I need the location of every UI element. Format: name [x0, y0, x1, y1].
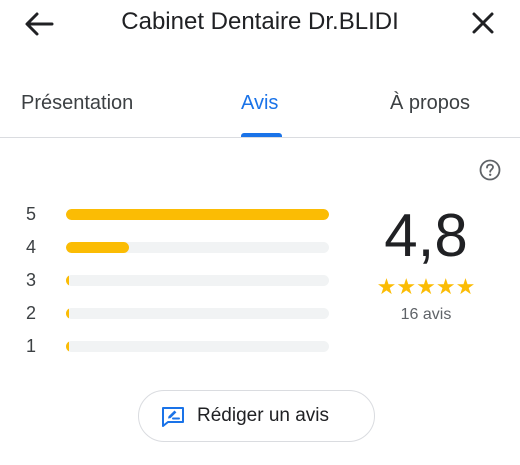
star-icon: ★ — [416, 274, 436, 299]
tab-indicator — [241, 133, 282, 137]
tab-avis[interactable]: Avis — [241, 92, 278, 115]
rating-row-3: 3 — [26, 266, 336, 296]
rating-row-5: 5 — [26, 200, 336, 230]
rate-review-icon — [162, 407, 184, 427]
tab-presentation[interactable]: Présentation — [21, 92, 133, 115]
average-rating: 4,8 — [384, 202, 468, 269]
rating-row-4: 4 — [26, 233, 336, 263]
header-bar: Cabinet Dentaire Dr.BLIDI — [0, 0, 520, 48]
rating-row-2: 2 — [26, 299, 336, 329]
rating-bar-track — [66, 341, 329, 352]
help-button[interactable] — [479, 159, 501, 181]
help-icon — [479, 159, 501, 181]
back-button[interactable] — [22, 9, 56, 39]
star-icon: ★ — [376, 274, 397, 299]
rating-row-label: 1 — [26, 336, 37, 356]
tab-bar: Présentation Avis À propos — [0, 80, 520, 138]
star-icon: ★ — [455, 274, 476, 299]
rating-row-label: 3 — [26, 270, 37, 290]
rating-bar-track — [66, 275, 329, 286]
rating-bar-fill — [66, 275, 69, 286]
write-review-button[interactable]: Rédiger un avis — [138, 390, 375, 442]
rating-bar-track — [66, 308, 329, 319]
rating-summary: 4,8 ★★★★★ 16 avis — [360, 200, 492, 324]
rating-bar-fill — [66, 209, 329, 220]
rating-bar-fill — [66, 242, 130, 253]
rating-bar-track — [66, 209, 329, 220]
rating-row-label: 4 — [26, 237, 37, 257]
write-review-label: Rédiger un avis — [197, 405, 330, 426]
rating-bar-fill — [66, 308, 69, 319]
arrow-left-icon — [25, 12, 54, 36]
star-rating: ★★★★★ — [360, 274, 492, 300]
page-title: Cabinet Dentaire Dr.BLIDI — [121, 8, 399, 35]
rating-bar-track — [66, 242, 329, 253]
tab-a-propos[interactable]: À propos — [390, 92, 470, 115]
star-icon: ★ — [396, 274, 417, 299]
star-icon: ★ — [435, 274, 456, 299]
rating-row-label: 5 — [26, 204, 37, 224]
close-button[interactable] — [466, 8, 500, 40]
close-icon — [472, 12, 494, 34]
review-count[interactable]: 16 avis — [360, 306, 492, 324]
rating-row-1: 1 — [26, 332, 336, 362]
rating-bar-fill — [66, 341, 69, 352]
rating-row-label: 2 — [26, 303, 37, 323]
